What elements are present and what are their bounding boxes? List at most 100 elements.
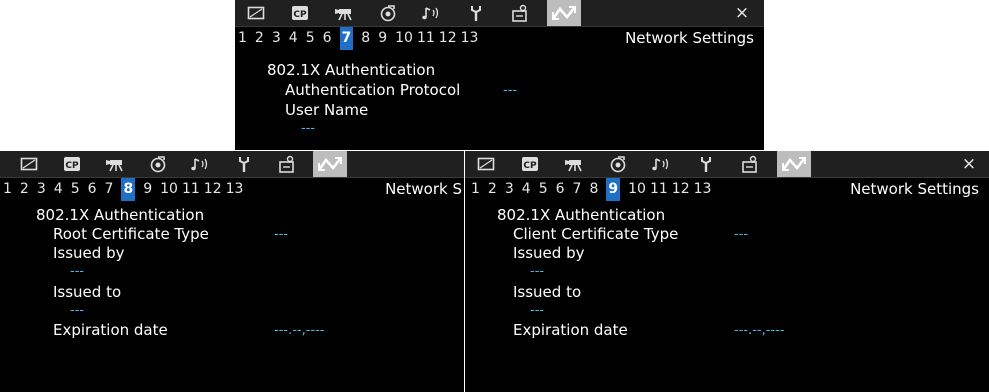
user-name-label[interactable]: User Name <box>285 100 368 120</box>
page-5[interactable]: 5 <box>539 178 548 201</box>
frame-icon <box>247 6 265 20</box>
tab-dial[interactable] <box>601 151 635 177</box>
page-4[interactable]: 4 <box>289 27 298 50</box>
close-button[interactable]: × <box>730 0 754 26</box>
tab-camera[interactable] <box>327 0 361 26</box>
tab-camera[interactable] <box>557 151 591 177</box>
page-4[interactable]: 4 <box>54 178 63 201</box>
page-13[interactable]: 13 <box>694 178 712 201</box>
client-cert-type-label[interactable]: Client Certificate Type <box>513 224 678 244</box>
page-6[interactable]: 6 <box>556 178 565 201</box>
page-10[interactable]: 10 <box>395 27 413 50</box>
tab-network[interactable] <box>777 151 811 177</box>
tab-assign[interactable] <box>270 151 304 177</box>
page-7[interactable]: 7 <box>573 178 582 201</box>
tab-cp[interactable]: CP <box>283 0 317 26</box>
page-5[interactable]: 5 <box>71 178 80 201</box>
expiration-date-label[interactable]: Expiration date <box>53 320 168 340</box>
page-11[interactable]: 11 <box>417 27 435 50</box>
network-icon <box>551 6 577 20</box>
tab-dial[interactable] <box>371 0 405 26</box>
tab-wrench[interactable] <box>689 151 723 177</box>
network-icon <box>781 157 807 171</box>
section-heading: 802.1X Authentication <box>36 206 205 224</box>
issued-by-label[interactable]: Issued by <box>513 243 584 263</box>
page-title: Network S <box>385 180 462 198</box>
page-9-selected[interactable]: 9 <box>606 178 621 201</box>
expiration-date-value: ---.--,---- <box>734 323 785 338</box>
page-8[interactable]: 8 <box>589 178 598 201</box>
tab-frame[interactable] <box>239 0 273 26</box>
tab-bar: CP × <box>235 0 764 27</box>
auth-protocol-value: --- <box>503 83 518 98</box>
page-5[interactable]: 5 <box>306 27 315 50</box>
page-4[interactable]: 4 <box>522 178 531 201</box>
page-2[interactable]: 2 <box>20 178 29 201</box>
issued-to-label[interactable]: Issued to <box>513 282 581 302</box>
page-9[interactable]: 9 <box>378 27 387 50</box>
page-13[interactable]: 13 <box>226 178 244 201</box>
tab-audio[interactable] <box>645 151 679 177</box>
close-button[interactable]: × <box>957 151 981 177</box>
page-1[interactable]: 1 <box>238 27 247 50</box>
page-2[interactable]: 2 <box>255 27 264 50</box>
audio-icon <box>652 158 669 171</box>
tab-wrench[interactable] <box>459 0 493 26</box>
page-10[interactable]: 10 <box>628 178 646 201</box>
issued-to-value: --- <box>70 303 85 318</box>
network-icon <box>317 157 343 171</box>
page-8-selected[interactable]: 8 <box>121 178 136 201</box>
page-6[interactable]: 6 <box>323 27 332 50</box>
tab-camera[interactable] <box>98 151 132 177</box>
issued-by-label[interactable]: Issued by <box>53 243 124 263</box>
page-7[interactable]: 7 <box>105 178 114 201</box>
page-2[interactable]: 2 <box>488 178 497 201</box>
top-screen: CP × 1 2 3 4 5 6 7 8 9 10 11 12 13 Netwo… <box>235 0 764 150</box>
page-11[interactable]: 11 <box>182 178 200 201</box>
page-13[interactable]: 13 <box>461 27 479 50</box>
page-3[interactable]: 3 <box>37 178 46 201</box>
page-3[interactable]: 3 <box>505 178 514 201</box>
camera-icon <box>106 160 123 172</box>
assign-icon <box>512 4 527 22</box>
tab-cp[interactable]: CP <box>55 151 89 177</box>
audio-icon <box>191 158 208 171</box>
tab-cp[interactable]: CP <box>513 151 547 177</box>
tab-audio[interactable] <box>184 151 218 177</box>
assign-icon <box>279 155 294 173</box>
page-11[interactable]: 11 <box>650 178 668 201</box>
user-name-value: --- <box>301 121 316 136</box>
tab-frame[interactable] <box>12 151 46 177</box>
settings-dial-icon <box>150 156 166 173</box>
tab-dial[interactable] <box>141 151 175 177</box>
svg-text:CP: CP <box>65 161 79 171</box>
tab-network[interactable] <box>547 0 581 26</box>
page-1[interactable]: 1 <box>471 178 480 201</box>
tab-assign[interactable] <box>503 0 537 26</box>
tab-frame[interactable] <box>469 151 503 177</box>
root-cert-type-label[interactable]: Root Certificate Type <box>53 224 209 244</box>
tab-assign[interactable] <box>733 151 767 177</box>
issued-to-label[interactable]: Issued to <box>53 282 121 302</box>
tab-audio[interactable] <box>415 0 449 26</box>
page-12[interactable]: 12 <box>439 27 457 50</box>
auth-protocol-label[interactable]: Authentication Protocol <box>285 80 460 100</box>
tab-network[interactable] <box>313 151 347 177</box>
page-12[interactable]: 12 <box>672 178 690 201</box>
expiration-date-label[interactable]: Expiration date <box>513 320 628 340</box>
tab-wrench[interactable] <box>227 151 261 177</box>
close-icon: × <box>961 154 977 174</box>
page-3[interactable]: 3 <box>272 27 281 50</box>
page-7-selected[interactable]: 7 <box>339 27 354 50</box>
root-cert-type-value: --- <box>274 227 289 242</box>
page-8[interactable]: 8 <box>361 27 370 50</box>
page-12[interactable]: 12 <box>204 178 222 201</box>
page-6[interactable]: 6 <box>88 178 97 201</box>
page-title: Network Settings <box>625 29 754 47</box>
page-10[interactable]: 10 <box>160 178 178 201</box>
page-1[interactable]: 1 <box>3 178 12 201</box>
camera-icon <box>335 9 352 21</box>
page-9[interactable]: 9 <box>143 178 152 201</box>
frame-icon <box>20 157 38 171</box>
issued-to-value: --- <box>530 303 545 318</box>
